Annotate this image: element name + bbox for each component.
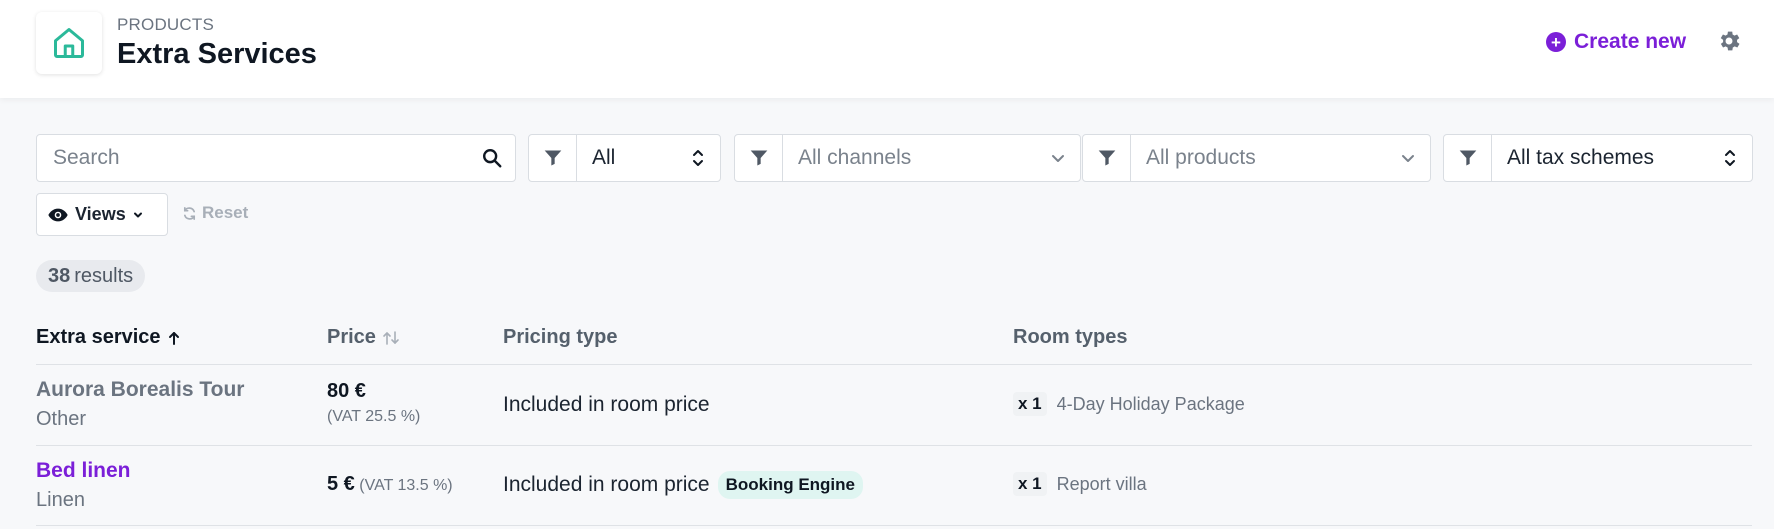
gear-icon[interactable] — [1716, 28, 1742, 54]
price-cell: 80 € (VAT 25.5 %) — [327, 380, 420, 426]
chevron-down-icon — [1052, 155, 1064, 162]
channel-badge: Booking Engine — [717, 471, 863, 499]
room-type-cell: x 1 Report villa — [1013, 472, 1147, 496]
filter-icon — [750, 150, 767, 166]
column-header-price[interactable]: Price — [327, 326, 400, 349]
filter-icon — [1459, 150, 1476, 166]
reset-button[interactable]: Reset — [182, 203, 248, 223]
room-type-name: 4-Day Holiday Package — [1056, 393, 1245, 414]
vat-value: (VAT 25.5 %) — [327, 408, 421, 425]
room-type-name: Report villa — [1056, 473, 1147, 494]
tax-scheme-select[interactable]: All tax schemes — [1492, 135, 1752, 181]
service-name: Aurora Borealis Tour — [36, 378, 245, 401]
chevron-down-icon — [133, 212, 142, 217]
status-select-value: All — [592, 146, 616, 169]
price-cell: 5 € (VAT 13.5 %) — [327, 473, 453, 496]
column-header-label: Price — [327, 326, 376, 348]
products-select[interactable]: All products — [1131, 135, 1430, 181]
table-divider — [36, 525, 1752, 526]
service-category: Linen — [36, 489, 85, 511]
column-header-label: Room types — [1013, 326, 1128, 348]
tax-scheme-filter: All tax schemes — [1443, 134, 1753, 182]
table-divider — [36, 445, 1752, 446]
results-label: results — [74, 264, 134, 287]
page-header: PRODUCTS Extra Services + Create new — [0, 0, 1774, 98]
products-filter: All products — [1082, 134, 1431, 182]
room-quantity: x 1 — [1013, 472, 1047, 496]
service-category: Other — [36, 408, 87, 430]
table-divider — [36, 364, 1752, 365]
reset-label: Reset — [202, 203, 249, 222]
home-icon — [54, 28, 84, 58]
column-header-label: Extra service — [36, 326, 161, 348]
products-select-placeholder: All products — [1146, 146, 1256, 169]
room-quantity: x 1 — [1013, 392, 1047, 416]
views-label: Views — [75, 204, 126, 224]
table-row: Aurora Borealis Tour Other — [36, 378, 244, 431]
column-header-pricing-type: Pricing type — [503, 326, 617, 349]
channels-filter: All channels — [734, 134, 1081, 182]
plus-circle-icon: + — [1546, 32, 1566, 52]
search-input[interactable] — [37, 135, 467, 181]
eye-icon — [48, 208, 68, 221]
channels-filter-button[interactable] — [735, 135, 783, 181]
updown-caret-icon — [1725, 150, 1735, 166]
pricing-type-cell: Included in room price — [503, 393, 710, 417]
channels-select-placeholder: All channels — [798, 146, 912, 169]
search-icon[interactable] — [481, 147, 503, 169]
breadcrumb[interactable]: PRODUCTS — [117, 15, 214, 35]
results-count: 38 — [48, 264, 71, 287]
sort-icon — [383, 330, 399, 345]
updown-caret-icon — [693, 150, 703, 166]
pricing-type-value: Included in room price — [503, 473, 710, 496]
page-title: Extra Services — [117, 38, 317, 70]
refresh-icon — [183, 206, 196, 220]
products-filter-button[interactable] — [1083, 135, 1131, 181]
tax-filter-button[interactable] — [1444, 135, 1492, 181]
search-box — [36, 134, 516, 182]
price-value: 5 € — [327, 473, 355, 495]
chevron-down-icon — [1402, 155, 1414, 162]
create-new-button[interactable]: + Create new — [1546, 27, 1686, 57]
tax-scheme-select-value: All tax schemes — [1507, 146, 1655, 169]
column-header-extra-service[interactable]: Extra service — [36, 326, 181, 349]
results-count-badge: 38 results — [36, 260, 146, 292]
price-value: 80 € — [327, 380, 366, 402]
column-header-room-types: Room types — [1013, 326, 1127, 349]
views-dropdown[interactable]: Views — [36, 193, 168, 236]
channels-select[interactable]: All channels — [783, 135, 1080, 181]
pricing-type-value: Included in room price — [503, 393, 710, 416]
service-name-link[interactable]: Bed linen — [36, 459, 131, 483]
create-new-label: Create new — [1574, 30, 1687, 53]
vat-value: (VAT 13.5 %) — [359, 477, 453, 494]
home-button[interactable] — [36, 12, 102, 74]
room-type-cell: x 1 4-Day Holiday Package — [1013, 392, 1245, 416]
column-header-label: Pricing type — [503, 326, 618, 348]
arrow-up-icon — [168, 331, 179, 345]
pricing-type-cell: Included in room price Booking Engine — [503, 471, 863, 499]
status-filter-button[interactable] — [529, 135, 577, 181]
filter-icon — [1098, 150, 1115, 166]
table-row: Bed linen Linen — [36, 459, 131, 512]
status-select[interactable]: All — [577, 135, 720, 181]
status-filter: All — [528, 134, 721, 182]
filter-icon — [544, 150, 561, 166]
